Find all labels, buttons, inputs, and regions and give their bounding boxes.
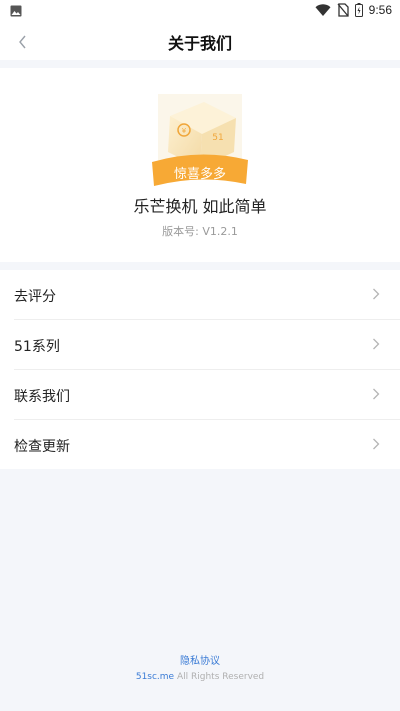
footer-domain: 51sc.me xyxy=(135,672,175,682)
privacy-policy-link[interactable]: 隐私协议 xyxy=(180,652,220,667)
svg-text:51: 51 xyxy=(212,133,223,143)
menu-item-check-update[interactable]: 检查更新 xyxy=(14,420,400,469)
copyright-line: 51sc.me All Rights Reserved xyxy=(0,672,400,682)
nav-bar: 关于我们 xyxy=(0,24,400,60)
status-time: 9:56 xyxy=(368,3,392,17)
about-hero: ¥ 51 惊喜多多 乐芒换机 如此简单 版本号: V1.2.1 xyxy=(0,68,400,262)
battery-icon xyxy=(354,3,363,17)
settings-menu: 去评分 51系列 联系我们 检查更新 xyxy=(0,270,400,469)
status-right: 9:56 xyxy=(315,3,392,17)
menu-item-rate[interactable]: 去评分 xyxy=(14,270,400,320)
version-label: 版本号: V1.2.1 xyxy=(162,225,238,238)
menu-item-contact[interactable]: 联系我们 xyxy=(14,370,400,420)
chevron-right-icon xyxy=(373,338,380,350)
menu-item-label: 51系列 xyxy=(14,339,60,355)
menu-item-51-series[interactable]: 51系列 xyxy=(14,320,400,370)
chevron-right-icon xyxy=(373,438,380,450)
gallery-icon xyxy=(10,5,22,17)
menu-item-label: 检查更新 xyxy=(14,439,70,455)
footer-rights: All Rights Reserved xyxy=(176,672,265,682)
svg-text:¥: ¥ xyxy=(182,127,187,135)
page-title: 关于我们 xyxy=(167,34,232,53)
footer: 隐私协议 51sc.me All Rights Reserved xyxy=(0,649,400,682)
wifi-icon xyxy=(315,4,331,16)
app-logo: ¥ 51 惊喜多多 xyxy=(152,94,248,188)
no-sim-icon xyxy=(337,3,349,17)
chevron-right-icon xyxy=(373,388,380,400)
logo-banner-text: 惊喜多多 xyxy=(174,166,226,182)
menu-item-label: 联系我们 xyxy=(14,389,70,405)
chevron-right-icon xyxy=(373,288,380,300)
status-bar: 9:56 xyxy=(0,0,400,24)
app-slogan: 乐芒换机 如此简单 xyxy=(133,197,267,216)
menu-item-label: 去评分 xyxy=(14,289,56,305)
